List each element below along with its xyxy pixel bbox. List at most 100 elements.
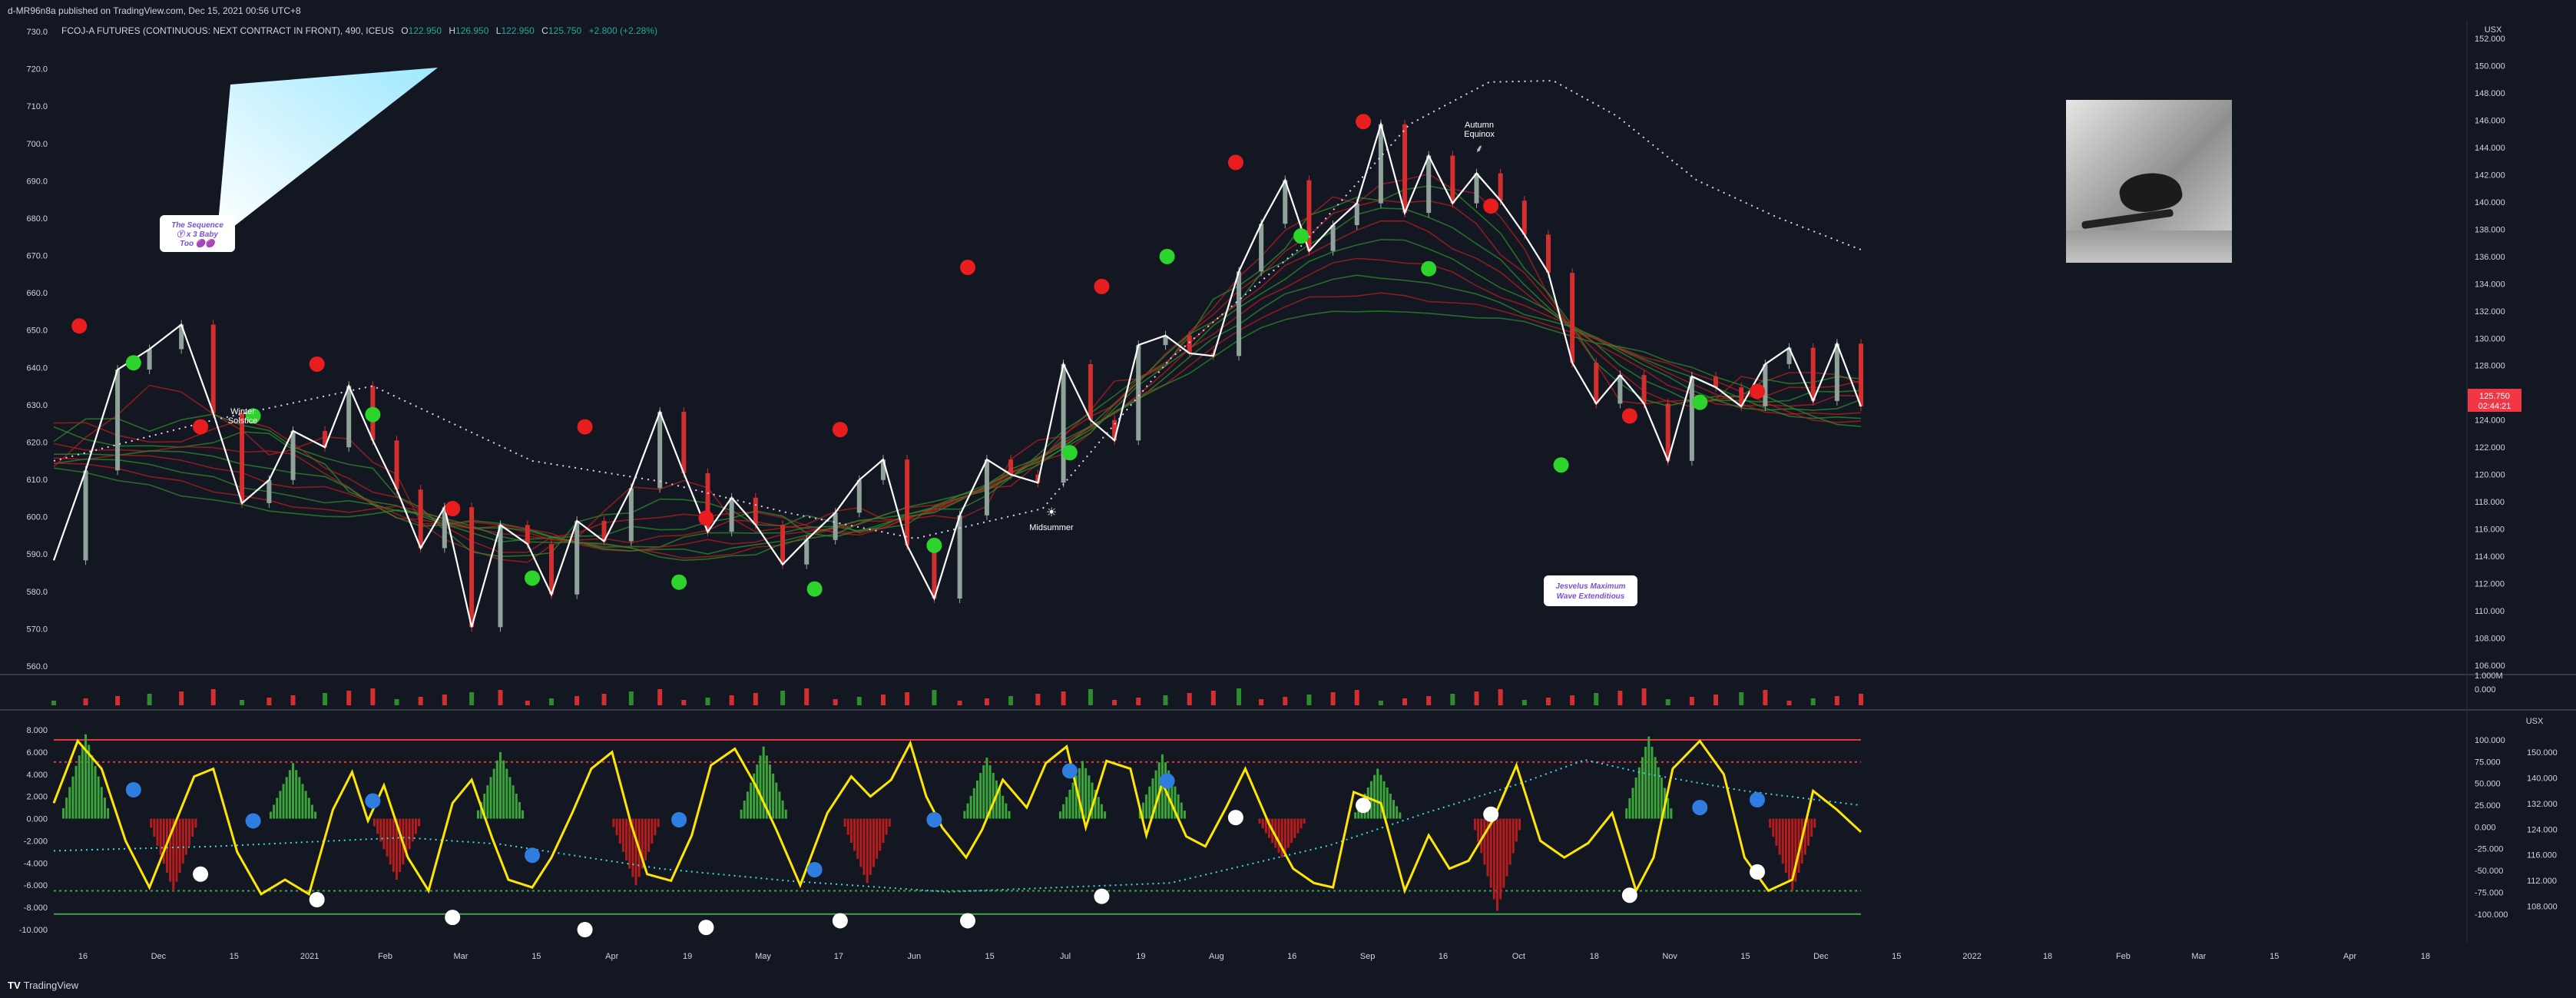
right-axis-tick: 108.000 <box>2475 635 2505 644</box>
candle-body <box>1402 124 1408 214</box>
volume-bar <box>932 690 937 705</box>
osc-white-marker <box>698 920 714 936</box>
osc-left-tick: 4.000 <box>26 771 48 780</box>
volume-bar <box>147 694 152 705</box>
left-axis-tick: 700.0 <box>26 140 48 149</box>
histogram-bar <box>1492 818 1495 900</box>
ma-ribbon-line <box>53 257 1862 552</box>
histogram-bar <box>408 818 411 850</box>
osc-left-tick: 6.000 <box>26 748 48 758</box>
volume-bar <box>729 695 734 705</box>
volume-bar <box>780 691 786 705</box>
x-axis-tick: Aug <box>1209 952 1224 961</box>
histogram-bar <box>392 818 395 873</box>
histogram-bar <box>1386 787 1389 819</box>
x-axis-tick: 16 <box>78 952 88 961</box>
volume-bar <box>1035 694 1041 705</box>
candle-body <box>1088 363 1093 420</box>
histogram-bar <box>194 818 197 828</box>
histogram-bar <box>502 760 505 819</box>
histogram-bar <box>781 801 784 819</box>
jesvelus-callout[interactable]: Jesvelus Maximum Wave Extenditious <box>1544 575 1637 606</box>
histogram-bar <box>644 818 647 860</box>
osc-right-tick-a: -100.000 <box>2475 910 2508 920</box>
osc-white-marker <box>1356 797 1372 814</box>
candle-body <box>1570 273 1575 363</box>
candle-body <box>1187 335 1192 353</box>
volume-bar <box>1426 696 1432 705</box>
left-axis-tick: 610.0 <box>26 476 48 485</box>
candle-body <box>984 459 989 516</box>
left-axis-tick: 630.0 <box>26 401 48 410</box>
osc-white-marker <box>1094 888 1110 904</box>
midsummer-text: Midsummer <box>1029 523 1074 532</box>
histogram-bar <box>1775 818 1778 846</box>
candle-body <box>1306 180 1312 251</box>
buy-signal-dot <box>926 537 942 553</box>
osc-right-tick-b: 112.000 <box>2527 877 2557 886</box>
histogram-bar <box>784 809 787 819</box>
osc-right-tick-a: -50.000 <box>2475 867 2503 876</box>
histogram-bar <box>382 818 386 850</box>
histogram-bar <box>1644 747 1647 819</box>
histogram-bar <box>1290 818 1293 844</box>
sequence-callout[interactable]: The Sequence Ⓨ x 3 Baby Too 🟣🟣 <box>160 215 235 252</box>
right-axis-tick: 120.000 <box>2475 471 2505 480</box>
tradingview-logo[interactable]: TV TradingView <box>8 980 78 991</box>
x-axis-tick: Feb <box>378 952 392 961</box>
histogram-bar <box>1788 818 1791 882</box>
right-axis-tick: 118.000 <box>2475 498 2505 507</box>
histogram-bar <box>279 791 282 819</box>
legend-symbol[interactable]: FCOJ-A FUTURES (CONTINUOUS: NEXT CONTRAC… <box>61 25 657 36</box>
osc-blue-marker <box>806 862 823 877</box>
histogram-bar <box>301 784 304 819</box>
histogram-bar <box>159 818 162 855</box>
x-axis-tick: 18 <box>2043 952 2052 961</box>
price-line <box>52 121 1862 628</box>
histogram-bar <box>1637 767 1641 819</box>
sell-signal-dot <box>71 318 88 334</box>
osc-white-marker <box>1227 810 1243 826</box>
price-tag-countdown: 02:44:21 <box>2478 402 2511 411</box>
volume-bar <box>1665 699 1670 705</box>
histogram-bar <box>863 818 866 875</box>
candle-body <box>1521 201 1527 235</box>
histogram-bar <box>869 818 872 875</box>
histogram-bar <box>1625 808 1628 819</box>
leaf-icon: ⸙ <box>1475 142 1484 154</box>
histogram-bar <box>1489 818 1492 888</box>
histogram-bar <box>1628 797 1631 819</box>
histogram-bar <box>1373 774 1376 819</box>
osc-right-tick-a: 50.000 <box>2475 780 2501 789</box>
histogram-bar <box>1769 818 1772 828</box>
histogram-bar <box>1303 818 1306 824</box>
oscillator-line <box>52 738 1862 897</box>
candle-body <box>346 386 352 448</box>
candle-body <box>418 489 423 549</box>
x-axis-tick: Mar <box>453 952 468 961</box>
x-axis-tick: Sep <box>1360 952 1376 961</box>
osc-blue-marker <box>1159 773 1175 789</box>
volume-bar <box>442 695 447 705</box>
candle-body <box>1474 173 1479 204</box>
histogram-bar <box>372 818 376 827</box>
histogram-bar <box>1495 818 1498 911</box>
histogram-bar <box>618 818 621 844</box>
x-axis-tick: Feb <box>2116 952 2131 961</box>
histogram-bar <box>1062 804 1065 819</box>
footer-bar: TV TradingView <box>0 973 2576 998</box>
histogram-bar <box>295 770 298 819</box>
osc-right-tick-a: -25.000 <box>2475 845 2503 854</box>
osc-left-tick: 0.000 <box>26 815 48 824</box>
histogram-bar <box>1473 818 1476 831</box>
left-axis-tick: 670.0 <box>26 252 48 261</box>
currency-label-top: USX <box>2485 25 2502 35</box>
histogram-bar <box>314 811 317 819</box>
histogram-bar <box>778 791 781 819</box>
volume-bar <box>469 692 475 705</box>
candle-body <box>1061 363 1066 483</box>
histogram-bar <box>1631 787 1634 819</box>
histogram-bar <box>1277 818 1280 853</box>
histogram-bar <box>1258 818 1261 824</box>
histogram-bar <box>872 818 875 867</box>
